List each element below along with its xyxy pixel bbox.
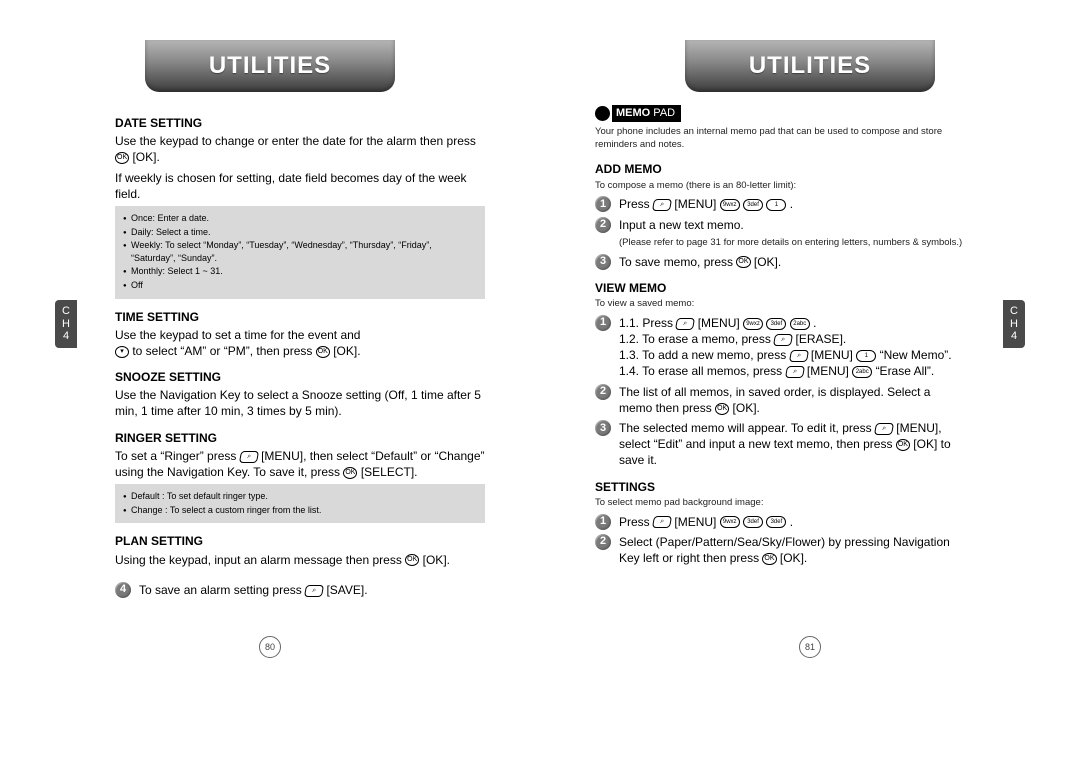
date-setting-body1: Use the keypad to change or enter the da… [115, 133, 485, 165]
header-tab-right: UTILITIES [685, 40, 935, 92]
softkey-icon: ⌕ [304, 585, 324, 597]
page-number-80: 80 [259, 636, 281, 658]
ringer-notes: Default : To set default ringer type. Ch… [115, 484, 485, 523]
memo-pad-badge: MEMO PAD [595, 105, 681, 122]
softkey-icon: ⌕ [784, 366, 804, 378]
left-content: DATE SETTING Use the keypad to change or… [115, 105, 485, 602]
chapter-num: 4 [55, 330, 77, 343]
step-number-4: 4 [115, 582, 131, 598]
view-step-3: 3 The selected memo will appear. To edit… [595, 420, 965, 469]
badge-dot-icon [595, 106, 610, 121]
softkey-icon: ⌕ [239, 451, 259, 463]
down-icon: ▾ [115, 346, 129, 358]
add-memo-sub: To compose a memo (there is an 80-letter… [595, 180, 965, 193]
time-setting-title: TIME SETTING [115, 309, 485, 325]
ringer-body: To set a “Ringer” press ⌕ [MENU], then s… [115, 448, 485, 480]
key-9-icon: 9wxz [720, 516, 740, 528]
key-3-icon: 3def [743, 199, 763, 211]
softkey-icon: ⌕ [788, 350, 808, 362]
ok-icon: OK [736, 256, 750, 268]
softkey-icon: ⌕ [874, 423, 894, 435]
settings-step-2: 2 Select (Paper/Pattern/Sea/Sky/Flower) … [595, 534, 965, 566]
ok-icon: OK [316, 346, 330, 358]
date-setting-notes: Once: Enter a date. Daily: Select a time… [115, 206, 485, 299]
chapter-tab-right: C H 4 [1003, 300, 1025, 348]
key-3-icon: 3def [743, 516, 763, 528]
date-setting-title: DATE SETTING [115, 115, 485, 131]
chapter-tab-left: C H 4 [55, 300, 77, 348]
page-number-81: 81 [799, 636, 821, 658]
manual-spread: UTILITIES C H 4 DATE SETTING Use the key… [0, 0, 1080, 763]
view-memo-sub: To view a saved memo: [595, 298, 965, 311]
add-memo-title: ADD MEMO [595, 161, 965, 177]
key-2-icon: 2abc [852, 366, 872, 378]
key-1-icon: 1 [856, 350, 876, 362]
key-1-icon: 1 [766, 199, 786, 211]
key-2-icon: 2abc [790, 318, 810, 330]
settings-step-1: 1 Press ⌕ [MENU] 9wxz 3def 3def . [595, 514, 965, 530]
header-title-right: UTILITIES [749, 52, 871, 80]
date-setting-body2: If weekly is chosen for setting, date fi… [115, 170, 485, 202]
key-3-icon: 3def [766, 516, 786, 528]
settings-title: SETTINGS [595, 479, 965, 495]
header-tab-left: UTILITIES [145, 40, 395, 92]
plan-title: PLAN SETTING [115, 533, 485, 549]
memo-intro: Your phone includes an internal memo pad… [595, 126, 965, 152]
right-content: MEMO PAD Your phone includes an internal… [595, 105, 965, 570]
view-memo-title: VIEW MEMO [595, 280, 965, 296]
add-step-1: 1 Press ⌕ [MENU] 9wxz 3def 1 . [595, 196, 965, 212]
ok-icon: OK [405, 554, 419, 566]
chapter-label: C H [55, 305, 77, 330]
plan-body: Using the keypad, input an alarm message… [115, 552, 485, 568]
view-step-1: 1 1.1. Press ⌕ [MENU] 9wxz 3def 2abc . 1… [595, 315, 965, 380]
softkey-icon: ⌕ [652, 199, 672, 211]
save-step: 4 To save an alarm setting press ⌕ [SAVE… [115, 582, 485, 598]
header-title-left: UTILITIES [209, 52, 331, 80]
softkey-icon: ⌕ [675, 318, 695, 330]
key-9-icon: 9wxz [743, 318, 763, 330]
add-step-3: 3 To save memo, press OK [OK]. [595, 254, 965, 270]
snooze-body: Use the Navigation Key to select a Snooz… [115, 387, 485, 419]
ok-icon: OK [715, 403, 729, 415]
page-81: UTILITIES C H 4 MEMO PAD Your phone incl… [540, 0, 1080, 763]
ok-icon: OK [896, 439, 910, 451]
view-step-2: 2 The list of all memos, in saved order,… [595, 384, 965, 416]
ok-icon: OK [343, 467, 357, 479]
ok-icon: OK [115, 152, 129, 164]
softkey-icon: ⌕ [773, 334, 793, 346]
settings-sub: To select memo pad background image: [595, 497, 965, 510]
key-9-icon: 9wxz [720, 199, 740, 211]
softkey-icon: ⌕ [652, 516, 672, 528]
page-80: UTILITIES C H 4 DATE SETTING Use the key… [0, 0, 540, 763]
ringer-title: RINGER SETTING [115, 430, 485, 446]
snooze-title: SNOOZE SETTING [115, 369, 485, 385]
ok-icon: OK [762, 553, 776, 565]
add-step-2: 2 Input a new text memo. (Please refer t… [595, 217, 965, 250]
key-3-icon: 3def [766, 318, 786, 330]
time-setting-body: Use the keypad to set a time for the eve… [115, 327, 485, 359]
